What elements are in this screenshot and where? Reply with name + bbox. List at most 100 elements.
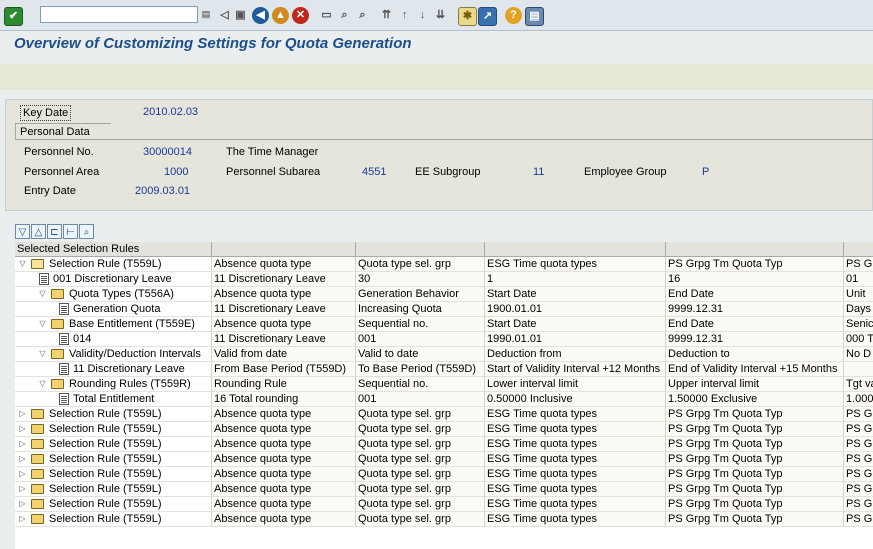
tree-node-label[interactable]: Quota Types (T556A) [69,287,174,302]
enter-check-icon[interactable]: ✔ [4,7,23,26]
find-next-icon[interactable]: ⌕ [354,7,371,24]
expand-node-icon[interactable]: ▷ [18,484,27,493]
key-date-label[interactable]: Key Date [20,105,72,121]
tree-row[interactable]: ▷ Selection Rule (T559L) Absence quota typ… [15,512,873,527]
tree-node-label[interactable]: Selection Rule (T559L) [49,482,162,497]
tree-node-label[interactable]: Selection Rule (T559L) [49,422,162,437]
collapse-node-icon[interactable]: ▽ [38,379,47,388]
command-field-dropdown-icon[interactable]: ▤ [199,6,213,23]
expand-node-icon[interactable]: ▷ [18,499,27,508]
tree-node-label[interactable]: Selection Rule (T559L) [49,512,162,527]
tree-row[interactable]: 001 Discretionary Leave 11 Discretionary … [15,272,873,287]
expand-node-icon[interactable]: ▷ [18,439,27,448]
tree-row[interactable]: Total Entitlement 16 Total rounding 001 0.5… [15,392,873,407]
expand-node-icon[interactable]: ▷ [18,514,27,523]
command-field[interactable] [40,6,198,23]
tree-column-header-2[interactable] [356,242,485,257]
tree-row[interactable]: ▽ Rounding Rules (T559R) Rounding Rule Sequ… [15,377,873,392]
employee-group-label: Employee Group [584,166,667,178]
tree-cell: PS G [844,482,873,497]
tree-cell: PS Grpg Tm Quota Typ [666,467,844,482]
tree-cell: Quota type sel. grp [356,467,485,482]
create-session-icon[interactable]: ✱ [458,7,477,26]
first-page-icon[interactable]: ⇈ [378,7,395,24]
last-page-icon[interactable]: ⇊ [432,7,449,24]
expand-node-icon[interactable]: ▷ [18,469,27,478]
tree-cell: Quota type sel. grp [356,257,485,272]
tree-row[interactable]: Generation Quota 11 Discretionary Leave In… [15,302,873,317]
tree-node-label[interactable]: 11 Discretionary Leave [73,362,185,377]
tree-node-label[interactable]: Selection Rule (T559L) [49,467,162,482]
back-icon[interactable]: ◀ [252,7,269,24]
tree-row[interactable]: ▷ Selection Rule (T559L) Absence quota typ… [15,497,873,512]
tree-cell: Upper interval limit [666,377,844,392]
find-in-tree-icon[interactable]: ⌕ [79,224,94,239]
expand-all-icon[interactable]: ▽ [15,224,30,239]
tree-column-header-3[interactable] [485,242,666,257]
tree-cell: ESG Time quota types [485,482,666,497]
tree-cell: End Date [666,317,844,332]
tree-node-label[interactable]: Selection Rule (T559L) [49,497,162,512]
tree-row[interactable]: ▷ Selection Rule (T559L) Absence quota typ… [15,437,873,452]
tree-node-label[interactable]: Rounding Rules (T559R) [69,377,191,392]
personnel-subarea-value: 4551 [362,166,387,178]
tree-column-header-1[interactable] [212,242,356,257]
expand-node-icon[interactable]: ▷ [18,454,27,463]
shortcut-icon[interactable]: ↗ [478,7,497,26]
expand-node-icon[interactable]: ▷ [18,409,27,418]
tree-row[interactable]: ▽ Base Entitlement (T559E) Absence quota t… [15,317,873,332]
tree-node-label[interactable]: Selection Rule (T559L) [49,257,162,272]
tree-cell: Absence quota type [212,467,356,482]
folder-icon [31,499,44,509]
tree-row[interactable]: ▷ Selection Rule (T559L) Absence quota typ… [15,467,873,482]
entry-date-label: Entry Date [24,185,76,197]
next-page-icon[interactable]: ↓ [414,7,431,24]
tree-row[interactable]: 11 Discretionary Leave From Base Period (… [15,362,873,377]
tree-row[interactable]: ▽ Validity/Deduction Intervals Valid from … [15,347,873,362]
tree-row[interactable]: ▷ Selection Rule (T559L) Absence quota typ… [15,407,873,422]
tree-row[interactable]: ▷ Selection Rule (T559L) Absence quota typ… [15,422,873,437]
cancel-icon[interactable]: ✕ [292,7,309,24]
tree-row[interactable]: ▷ Selection Rule (T559L) Absence quota typ… [15,482,873,497]
expand-node-icon[interactable]: ▷ [18,424,27,433]
tree-row[interactable]: ▽ Quota Types (T556A) Absence quota type Ge… [15,287,873,302]
tree-node-label[interactable]: Total Entitlement [73,392,154,407]
tree-column-header-0[interactable]: Selected Selection Rules [15,242,212,257]
tree-row[interactable]: ▷ Selection Rule (T559L) Absence quota typ… [15,452,873,467]
tree-node-label[interactable]: Selection Rule (T559L) [49,437,162,452]
entry-date-value: 2009.03.01 [135,185,191,197]
find-icon[interactable]: ⌕ [336,7,353,24]
tree-row[interactable]: ▽ Selection Rule (T559L) Absence quota typ… [15,257,873,272]
tree-node-label[interactable]: Selection Rule (T559L) [49,407,162,422]
exit-icon[interactable]: ▲ [272,7,289,24]
tree-node-label[interactable]: Generation Quota [73,302,160,317]
application-toolbar [0,64,873,90]
expand-subtree-icon[interactable]: ⊏ [47,224,62,239]
help-icon[interactable]: ? [505,7,522,24]
collapse-node-icon[interactable]: ▽ [38,289,47,298]
tree-cell: PS Grpg Tm Quota Typ [666,452,844,467]
tree-node-label[interactable]: Base Entitlement (T559E) [69,317,195,332]
tree-node-label[interactable]: 014 [73,332,91,347]
collapse-node-icon[interactable]: ▽ [38,349,47,358]
tree-node-label[interactable]: 001 Discretionary Leave [53,272,172,287]
tree-cell: 001 [356,332,485,347]
tree-column-header-4[interactable] [666,242,844,257]
print-icon[interactable]: ▭ [318,7,335,24]
tree-column-header-5[interactable] [844,242,873,257]
tree-cell: 1990.01.01 [485,332,666,347]
personal-data-tab[interactable]: Personal Data [15,123,111,140]
collapse-node-icon[interactable]: ▽ [18,259,27,268]
tree-cell: Absence quota type [212,497,356,512]
layout-menu-icon[interactable]: ▤ [525,7,544,26]
previous-page-icon[interactable]: ↑ [396,7,413,24]
collapse-subtree-icon[interactable]: ⊢ [63,224,78,239]
folder-icon [31,484,44,494]
tree-node-label[interactable]: Validity/Deduction Intervals [69,347,201,362]
tree-cell: ESG Time quota types [485,497,666,512]
collapse-all-icon[interactable]: △ [31,224,46,239]
collapse-node-icon[interactable]: ▽ [38,319,47,328]
tree-node-label[interactable]: Selection Rule (T559L) [49,452,162,467]
save-icon[interactable]: ▣ [232,7,249,24]
tree-row[interactable]: 014 11 Discretionary Leave 001 1990.01.01 99… [15,332,873,347]
